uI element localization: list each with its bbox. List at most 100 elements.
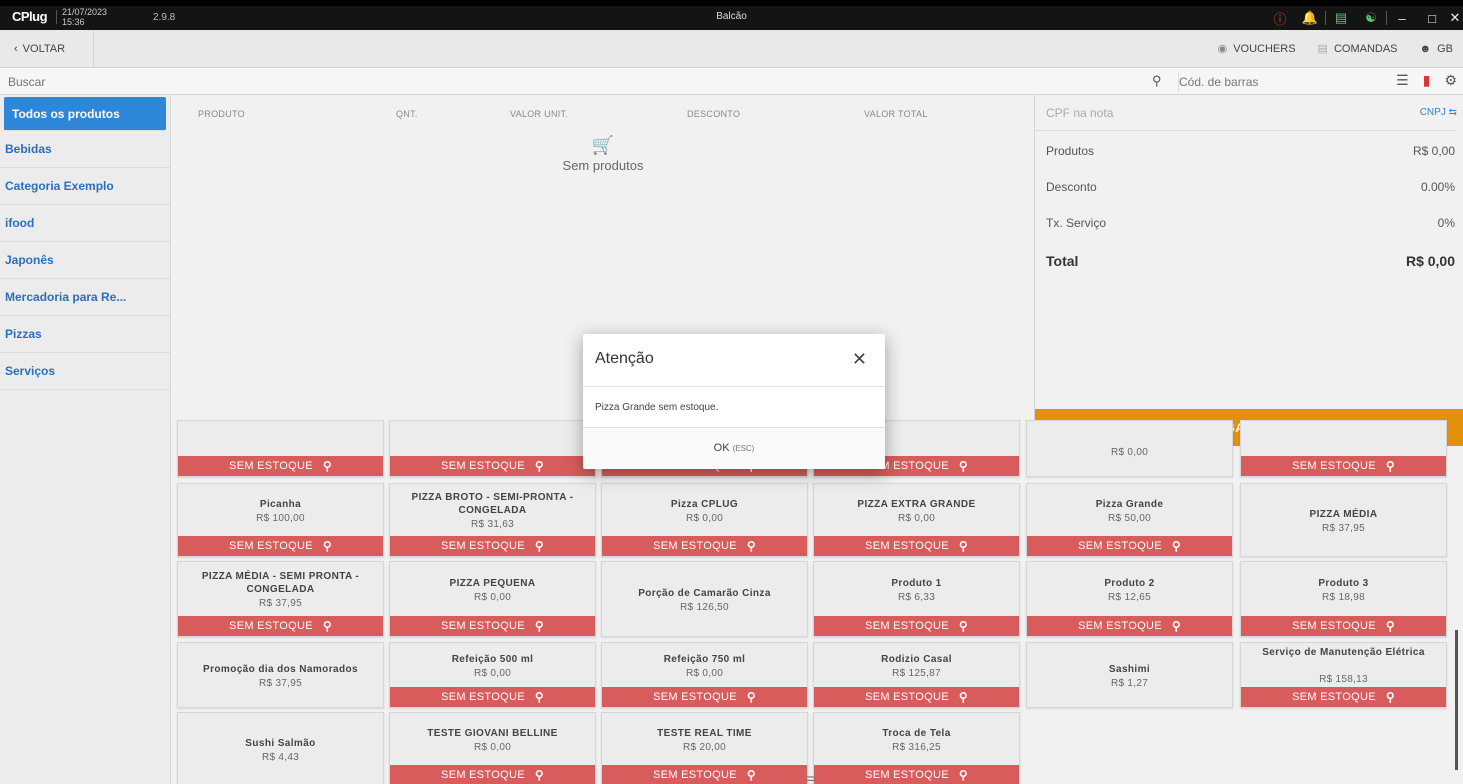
- product-card[interactable]: Troca de Tela R$ 316,25 SEM ESTOQUE ⚲: [813, 712, 1020, 784]
- product-card[interactable]: PIZZA EXTRA GRANDE R$ 0,00 SEM ESTOQUE ⚲: [813, 483, 1020, 557]
- stock-bar[interactable]: SEM ESTOQUE⚲: [814, 765, 1019, 784]
- product-card[interactable]: Produto 2 R$ 12,65 SEM ESTOQUE ⚲: [1026, 561, 1233, 637]
- product-card[interactable]: SEM ESTOQUE⚲: [1240, 420, 1447, 477]
- stock-bar[interactable]: SEM ESTOQUE⚲: [1241, 687, 1446, 707]
- stock-bar[interactable]: SEM ESTOQUE⚲: [178, 536, 383, 556]
- product-card[interactable]: Produto 1 R$ 6,33 SEM ESTOQUE ⚲: [813, 561, 1020, 637]
- cnpj-toggle[interactable]: CNPJ ⇆: [1420, 107, 1457, 118]
- close-window-icon[interactable]: ✕: [1447, 10, 1463, 26]
- product-price: R$ 20,00: [683, 742, 726, 753]
- stock-bar[interactable]: SEM ESTOQUE⚲: [814, 536, 1019, 556]
- maximize-icon[interactable]: □: [1417, 11, 1447, 26]
- back-button[interactable]: ‹ VOLTAR: [0, 30, 94, 67]
- product-card[interactable]: PIZZA MÉDIA - SEMI PRONTA - CONGELADA R$ …: [177, 561, 384, 637]
- cpf-placeholder: CPF na nota: [1046, 105, 1114, 120]
- stock-bar[interactable]: SEM ESTOQUE⚲: [390, 536, 595, 556]
- stock-bar[interactable]: SEM ESTOQUE⚲: [390, 616, 595, 636]
- stock-bar[interactable]: SEM ESTOQUE⚲: [602, 687, 807, 707]
- desconto-row[interactable]: Desconto 0.00%: [1035, 169, 1457, 205]
- product-card[interactable]: Refeição 750 ml R$ 0,00 SEM ESTOQUE ⚲: [601, 642, 808, 708]
- search-input[interactable]: [8, 72, 1108, 92]
- servico-label: Tx. Serviço: [1046, 216, 1107, 230]
- category-item-japones[interactable]: Japonês: [0, 242, 170, 279]
- category-item-mercadoria[interactable]: Mercadoria para Re...: [0, 279, 170, 316]
- product-card[interactable]: Sushi Salmão R$ 4,43: [177, 712, 384, 784]
- comandas-button[interactable]: ▤ COMANDAS: [1317, 42, 1398, 56]
- category-item-servicos[interactable]: Serviços: [0, 353, 170, 390]
- product-price: R$ 125,87: [892, 668, 941, 679]
- trash-icon[interactable]: ▮: [1423, 72, 1431, 89]
- product-name: PIZZA BROTO - SEMI-PRONTA - CONGELADA: [411, 492, 574, 516]
- product-card[interactable]: PIZZA MÉDIA R$ 37,95: [1240, 483, 1447, 557]
- stock-bar[interactable]: SEM ESTOQUE⚲: [178, 616, 383, 636]
- stock-bar[interactable]: SEM ESTOQUE⚲: [602, 536, 807, 556]
- server-icon[interactable]: ▤: [1326, 10, 1356, 26]
- category-item-todos[interactable]: Todos os produtos: [4, 97, 166, 131]
- bell-icon[interactable]: 🔔: [1295, 10, 1325, 26]
- product-card[interactable]: R$ 0,00: [1026, 420, 1233, 477]
- produtos-label: Produtos: [1046, 144, 1095, 158]
- product-card[interactable]: PIZZA PEQUENA R$ 0,00 SEM ESTOQUE ⚲: [389, 561, 596, 637]
- category-item-exemplo[interactable]: Categoria Exemplo: [0, 168, 170, 205]
- stock-label: SEM ESTOQUE: [865, 540, 949, 552]
- stock-bar[interactable]: SEM ESTOQUE⚲: [1241, 456, 1446, 476]
- stock-bar[interactable]: SEM ESTOQUE⚲: [1027, 536, 1232, 556]
- product-card[interactable]: TESTE GIOVANI BELLINE R$ 0,00 SEM ESTOQUE ⚲: [389, 712, 596, 784]
- search-icon: ⚲: [746, 768, 756, 782]
- stock-bar[interactable]: SEM ESTOQUE⚲: [178, 456, 383, 476]
- user-button[interactable]: ☻ GB: [1420, 43, 1453, 55]
- drag-handle-icon[interactable]: ☰: [805, 774, 816, 784]
- stock-bar[interactable]: SEM ESTOQUE⚲: [602, 765, 807, 784]
- product-card[interactable]: Picanha R$ 100,00 SEM ESTOQUE ⚲: [177, 483, 384, 557]
- gear-icon[interactable]: ⚙: [1444, 72, 1457, 89]
- close-icon[interactable]: ✕: [852, 349, 867, 370]
- vouchers-button[interactable]: ◉ VOUCHERS: [1218, 42, 1296, 56]
- servico-value: 0%: [1437, 216, 1455, 230]
- cpf-field[interactable]: CPF na nota CNPJ ⇆: [1035, 95, 1457, 131]
- product-name: Promoção dia dos Namorados: [203, 664, 358, 675]
- stock-bar[interactable]: SEM ESTOQUE⚲: [390, 456, 595, 476]
- stock-bar[interactable]: SEM ESTOQUE⚲: [390, 765, 595, 784]
- product-price: R$ 0,00: [473, 592, 512, 603]
- col-produto: PRODUTO: [198, 109, 245, 119]
- product-card[interactable]: Refeição 500 ml R$ 0,00 SEM ESTOQUE ⚲: [389, 642, 596, 708]
- stock-bar[interactable]: SEM ESTOQUE⚲: [1241, 616, 1446, 636]
- product-card[interactable]: Promoção dia dos Namorados R$ 37,95: [177, 642, 384, 708]
- barcode-input[interactable]: [1178, 72, 1358, 92]
- product-card[interactable]: PIZZA BROTO - SEMI-PRONTA - CONGELADA R$ …: [389, 483, 596, 557]
- ok-button[interactable]: OK (ESC): [583, 428, 885, 468]
- product-card[interactable]: SEM ESTOQUE⚲: [389, 420, 596, 477]
- product-price: R$ 37,95: [1322, 523, 1365, 534]
- servico-row[interactable]: Tx. Serviço 0%: [1035, 205, 1457, 241]
- minimize-icon[interactable]: –: [1387, 11, 1417, 26]
- product-card[interactable]: Pizza CPLUG R$ 0,00 SEM ESTOQUE ⚲: [601, 483, 808, 557]
- stock-bar[interactable]: SEM ESTOQUE⚲: [1027, 616, 1232, 636]
- search-icon: ⚲: [746, 690, 756, 704]
- product-card[interactable]: TESTE REAL TIME R$ 20,00 SEM ESTOQUE ⚲: [601, 712, 808, 784]
- help-icon[interactable]: ⓘ: [1265, 9, 1295, 28]
- search-icon: ⚲: [534, 539, 544, 553]
- stock-bar[interactable]: SEM ESTOQUE⚲: [814, 687, 1019, 707]
- product-name: Troca de Tela: [882, 728, 951, 739]
- category-item-bebidas[interactable]: Bebidas: [0, 131, 170, 168]
- category-item-pizzas[interactable]: Pizzas: [0, 316, 170, 353]
- comandas-icon: ▤: [1317, 43, 1328, 55]
- product-card[interactable]: Porção de Camarão Cinza R$ 126,50: [601, 561, 808, 637]
- nav-bar: ‹ VOLTAR ◉ VOUCHERS ▤ COMANDAS ☻ GB: [0, 30, 1463, 68]
- product-card[interactable]: Sashimi R$ 1,27: [1026, 642, 1233, 708]
- product-card[interactable]: SEM ESTOQUE⚲: [177, 420, 384, 477]
- stock-bar[interactable]: SEM ESTOQUE⚲: [814, 616, 1019, 636]
- user-label: GB: [1437, 42, 1453, 55]
- product-card[interactable]: Rodizio Casal R$ 125,87 SEM ESTOQUE ⚲: [813, 642, 1020, 708]
- search-bar: ⚲ ☰ ▮ ⚙: [0, 68, 1463, 95]
- category-item-ifood[interactable]: ifood: [0, 205, 170, 242]
- product-card[interactable]: Produto 3 R$ 18,98 SEM ESTOQUE ⚲: [1240, 561, 1447, 637]
- search-icon: ⚲: [958, 459, 968, 473]
- product-card[interactable]: Pizza Grande R$ 50,00 SEM ESTOQUE ⚲: [1026, 483, 1233, 557]
- list-icon[interactable]: ☰: [1396, 72, 1409, 89]
- product-card[interactable]: Serviço de Manutenção Elétrica R$ 158,13 S…: [1240, 642, 1447, 708]
- scrollbar[interactable]: [1455, 630, 1458, 770]
- network-icon[interactable]: ☯: [1356, 10, 1386, 26]
- stock-bar[interactable]: SEM ESTOQUE⚲: [390, 687, 595, 707]
- search-icon[interactable]: ⚲: [1152, 73, 1162, 89]
